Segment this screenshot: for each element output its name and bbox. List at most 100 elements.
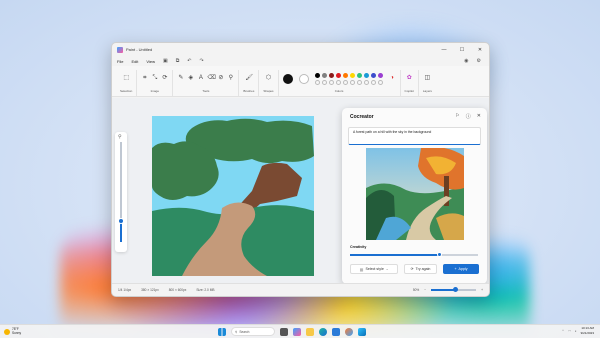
window-title: Paint - Untitled [126, 47, 153, 52]
redo-icon[interactable]: ↷ [199, 58, 203, 64]
maximize-button[interactable]: ☐ [453, 47, 471, 53]
file-explorer-icon[interactable] [306, 327, 314, 336]
group-label-colors: Colors [334, 89, 344, 93]
share-icon[interactable]: ⧉ [176, 58, 180, 64]
clock-date: 9/21/2023 [580, 330, 594, 335]
apply-button[interactable]: + Apply [443, 264, 479, 274]
taskbar-search[interactable]: ⚲ Search [231, 327, 275, 336]
group-label-layers: Layers [422, 89, 432, 93]
status-zoom-slider[interactable] [431, 287, 477, 293]
volume-icon[interactable]: ◖ [575, 329, 577, 333]
account-icon[interactable]: ◉ [464, 58, 468, 64]
taskbar: 78°F Sunny ⚲ Search ⌃ ◠ ◖ 10:13 AM 9/21/… [0, 324, 600, 338]
save-icon[interactable]: ▣ [163, 58, 168, 64]
copilot-icon[interactable]: ✿ [406, 75, 413, 82]
try-again-button[interactable]: ⟳ Try again [404, 264, 437, 274]
color-swatch[interactable] [363, 72, 369, 78]
chevron-up-icon[interactable]: ⌃ [562, 329, 565, 333]
copilot-taskbar-icon[interactable] [293, 327, 301, 336]
empty-color-slot[interactable] [356, 79, 362, 85]
resize-icon[interactable]: ⤡ [151, 75, 158, 82]
color-swatch[interactable] [356, 72, 362, 78]
empty-color-slot[interactable] [363, 79, 369, 85]
apply-label: Apply [458, 267, 468, 271]
feedback-icon[interactable]: ⚐ [455, 113, 459, 120]
select-style-button[interactable]: ▦ Select style ⌄ [350, 264, 398, 274]
try-again-label: Try again [415, 267, 431, 271]
status-zoom-handle[interactable] [453, 287, 459, 293]
close-button[interactable]: ✕ [471, 47, 489, 53]
zoom-out-icon[interactable]: − [424, 288, 426, 292]
clock[interactable]: 10:13 AM 9/21/2023 [581, 326, 594, 335]
edge-icon[interactable] [319, 327, 327, 336]
close-panel-icon[interactable]: ✕ [477, 113, 481, 120]
weather-widget[interactable]: 78°F Sunny [0, 327, 22, 336]
drawing-canvas[interactable] [152, 116, 314, 276]
status-bar: 1/4 1/4px 380 × 121px 800 × 600px Size: … [112, 283, 489, 296]
fill-icon[interactable]: ◈ [187, 75, 194, 82]
menu-view[interactable]: View [146, 59, 155, 64]
store-icon[interactable] [332, 327, 340, 336]
refresh-icon: ⟳ [410, 267, 414, 271]
brush-icon[interactable]: 🖌 [245, 75, 253, 82]
menu-edit[interactable]: Edit [131, 59, 138, 64]
color-swatch[interactable] [342, 72, 348, 78]
empty-color-slot[interactable] [370, 79, 376, 85]
rotate-icon[interactable]: ⟳ [161, 75, 168, 82]
info-icon[interactable]: ⓘ [466, 113, 471, 120]
color-swatch[interactable] [314, 72, 320, 78]
pencil-icon[interactable]: ✎ [177, 75, 184, 82]
task-view-icon[interactable] [280, 327, 288, 336]
color-swatch[interactable] [328, 72, 334, 78]
settings-gear-icon[interactable]: ⚙ [477, 58, 481, 64]
eraser-icon[interactable]: ⌫ [207, 75, 215, 82]
text-icon[interactable]: A [197, 75, 204, 82]
zoom-level[interactable]: 50% [413, 288, 419, 292]
menu-file[interactable]: File [117, 59, 123, 64]
search-icon: ⚲ [235, 329, 238, 334]
group-brushes: 🖌 Brushes [239, 70, 260, 96]
photos-icon[interactable] [358, 327, 366, 336]
empty-color-slot[interactable] [314, 79, 320, 85]
edit-colors-icon[interactable]: ◑ [389, 75, 396, 82]
layers-icon[interactable]: ◫ [424, 75, 431, 82]
undo-icon[interactable]: ↶ [187, 58, 191, 64]
crop-icon[interactable]: ⌗ [141, 75, 148, 82]
taskbar-apps: ⚲ Search [218, 327, 366, 336]
secondary-color[interactable] [298, 73, 309, 84]
color-swatch[interactable] [377, 72, 383, 78]
zoom-slider-handle[interactable] [118, 218, 124, 224]
empty-color-slot[interactable] [349, 79, 355, 85]
color-swatch[interactable] [335, 72, 341, 78]
color-swatch[interactable] [349, 72, 355, 78]
generated-preview-image[interactable] [366, 148, 464, 240]
selection-icon[interactable]: ⬚ [123, 75, 130, 82]
color-swatch[interactable] [370, 72, 376, 78]
weather-desc: Sunny [12, 330, 22, 335]
primary-color[interactable] [282, 73, 293, 84]
group-image: ⌗ ⤡ ⟳ Image [137, 70, 174, 96]
group-label-selection: Selection [120, 89, 133, 93]
style-icon: ▦ [359, 266, 364, 272]
paint-taskbar-icon[interactable] [345, 327, 353, 336]
wifi-icon[interactable]: ◠ [568, 329, 571, 333]
creativity-slider-handle[interactable] [437, 252, 442, 257]
windows-start-icon[interactable] [218, 327, 226, 336]
magnifier-icon[interactable]: ⚲ [227, 75, 234, 82]
zoom-in-icon[interactable]: + [481, 288, 483, 292]
empty-color-slot[interactable] [321, 79, 327, 85]
chevron-down-icon: ⌄ [385, 267, 389, 271]
minimize-button[interactable]: — [435, 47, 453, 53]
empty-color-slot[interactable] [335, 79, 341, 85]
group-label-image: Image [150, 89, 160, 93]
group-selection: ⬚ Selection [116, 70, 138, 96]
title-bar[interactable]: Paint - Untitled — ☐ ✕ [112, 43, 489, 56]
empty-color-slot[interactable] [342, 79, 348, 85]
empty-color-slot[interactable] [377, 79, 383, 85]
prompt-input[interactable]: A forest path on a hill with the sky in … [348, 127, 481, 145]
shapes-icon[interactable]: ⬡ [265, 75, 272, 82]
color-picker-icon[interactable]: ⊘ [217, 75, 224, 82]
color-swatch[interactable] [321, 72, 327, 78]
color-palette [314, 72, 383, 85]
empty-color-slot[interactable] [328, 79, 334, 85]
